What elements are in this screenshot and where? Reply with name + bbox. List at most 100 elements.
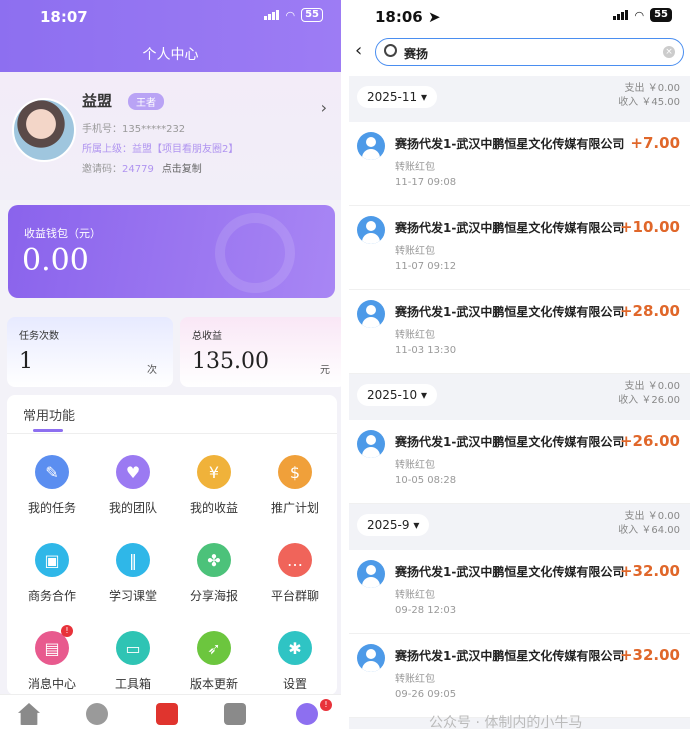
function-item[interactable]: ✎ 我的任务 bbox=[11, 455, 93, 516]
function-item[interactable]: ▤! 消息中心 bbox=[11, 625, 93, 692]
amount: +32.00 bbox=[619, 562, 680, 580]
transaction-date: 09-28 12:03 bbox=[395, 605, 457, 616]
month-selector[interactable]: 2025-10 ▾ bbox=[357, 384, 437, 406]
function-item[interactable]: ¥ 我的收益 bbox=[173, 455, 255, 516]
month-selector[interactable]: 2025-9 ▾ bbox=[357, 514, 430, 536]
parent-label: 所属上级： bbox=[82, 144, 132, 155]
total-income-unit: 元 bbox=[320, 365, 330, 376]
transaction-date: 11-07 09:12 bbox=[395, 261, 457, 272]
payer-avatar-icon bbox=[357, 644, 385, 672]
status-time: 18:07 bbox=[40, 8, 88, 26]
coin-bag-icon: ¥ bbox=[197, 455, 231, 489]
function-label: 我的任务 bbox=[27, 501, 76, 515]
function-item[interactable]: ➶ 版本更新 bbox=[173, 631, 255, 692]
transaction-row[interactable]: 赛扬代发1-武汉中鹏恒星文化传媒有限公司 +7.00 转账红包 11-17 09:08 bbox=[349, 122, 690, 206]
status-time-text: 18:06 bbox=[375, 8, 423, 26]
back-icon[interactable]: ‹ bbox=[355, 40, 362, 61]
profile-card[interactable]: 益盟 王者 手机号：135*****232 所属上级：益盟【项目看朋友圈2】 邀… bbox=[0, 72, 341, 200]
function-item[interactable]: ✤ 分享海报 bbox=[173, 543, 255, 604]
clear-icon[interactable]: × bbox=[663, 46, 675, 58]
functions-title: 常用功能 bbox=[23, 409, 76, 424]
month-header: 2025-10 ▾ 支出 ￥0.00 收入 ￥26.00 bbox=[349, 376, 690, 420]
payer-avatar-icon bbox=[357, 300, 385, 328]
payer-name: 赛扬代发1-武汉中鹏恒星文化传媒有限公司 bbox=[395, 649, 625, 663]
team-heart-icon: ♥ bbox=[116, 455, 150, 489]
month-header: 2025-9 ▾ 支出 ￥0.00 收入 ￥64.00 bbox=[349, 506, 690, 550]
transaction-date: 09-26 09:05 bbox=[395, 689, 457, 700]
transaction-type: 转账红包 bbox=[395, 674, 435, 685]
transaction-row[interactable]: 赛扬代发1-武汉中鹏恒星文化传媒有限公司 +10.00 转账红包 11-07 09:1… bbox=[349, 206, 690, 290]
payer-avatar-icon bbox=[357, 560, 385, 588]
status-icons: ◠ 55 bbox=[613, 8, 672, 22]
transaction-search-screen: 18:06 ➤ ◠ 55 ‹ 赛扬 × 2025-11 ▾ 支出 ￥0.00 收入 … bbox=[349, 0, 690, 729]
transaction-date: 11-17 09:08 bbox=[395, 177, 457, 188]
function-item[interactable]: ✱ 设置 bbox=[254, 631, 336, 692]
user-name: 益盟 bbox=[82, 92, 113, 110]
message-icon: ▤! bbox=[35, 625, 73, 665]
header: 18:07 ◠ 55 个人中心 bbox=[0, 0, 341, 72]
function-label: 推广计划 bbox=[270, 501, 319, 515]
battery-icon: 55 bbox=[650, 8, 672, 22]
divider bbox=[7, 433, 337, 434]
transaction-type: 转账红包 bbox=[395, 162, 435, 173]
total-income-label: 总收益 bbox=[192, 331, 222, 342]
month-header: 2025-11 ▾ 支出 ￥0.00 收入 ￥45.00 bbox=[349, 78, 690, 122]
copy-link[interactable]: 点击复制 bbox=[162, 164, 202, 175]
task-count-card[interactable]: 任务次数 1 次 bbox=[7, 317, 173, 387]
function-label: 版本更新 bbox=[189, 677, 238, 691]
function-item[interactable]: ‖ 学习课堂 bbox=[92, 543, 174, 604]
avatar[interactable] bbox=[12, 98, 76, 162]
notification-dot: ! bbox=[320, 699, 332, 711]
function-item[interactable]: … 平台群聊 bbox=[254, 543, 336, 604]
common-functions-panel: 常用功能 ✎ 我的任务 ♥ 我的团队 ¥ 我的收益 $ 推广计划 ▣ 商务合作 ‖ 学习课堂 ✤ 分享海报… bbox=[7, 395, 337, 695]
invite-code: 24779 bbox=[122, 164, 154, 175]
transaction-row[interactable]: 赛扬代发1-武汉中鹏恒星文化传媒有限公司 +26.00 转账红包 10-05 08:2… bbox=[349, 420, 690, 504]
amount: +10.00 bbox=[619, 218, 680, 236]
gear-icon: ✱ bbox=[278, 631, 312, 665]
home-tab-icon[interactable] bbox=[18, 703, 40, 725]
total-income-card[interactable]: 总收益 135.00 元 bbox=[180, 317, 341, 387]
rocket-icon: ➶ bbox=[197, 631, 231, 665]
month-income: 收入 ￥64.00 bbox=[618, 525, 680, 536]
month-selector[interactable]: 2025-11 ▾ bbox=[357, 86, 437, 108]
location-arrow-icon: ➤ bbox=[427, 8, 441, 26]
function-label: 平台群聊 bbox=[270, 589, 319, 603]
card-tab-icon[interactable] bbox=[224, 703, 246, 725]
function-label: 我的收益 bbox=[189, 501, 238, 515]
transaction-type: 转账红包 bbox=[395, 590, 435, 601]
task-count-label: 任务次数 bbox=[19, 331, 59, 342]
month-expense: 支出 ￥0.00 bbox=[624, 83, 680, 94]
wallet-value: 0.00 bbox=[22, 243, 89, 278]
transaction-type: 转账红包 bbox=[395, 330, 435, 341]
red-packet-tab-icon[interactable] bbox=[156, 703, 178, 725]
wifi-icon: ◠ bbox=[634, 8, 645, 22]
wallet-logo-icon bbox=[215, 213, 295, 293]
search-header: 18:06 ➤ ◠ 55 ‹ 赛扬 × bbox=[349, 0, 690, 76]
transaction-type: 转账红包 bbox=[395, 460, 435, 471]
function-item[interactable]: ♥ 我的团队 bbox=[92, 455, 174, 516]
toolbox-icon: ▭ bbox=[116, 631, 150, 665]
month-income: 收入 ￥45.00 bbox=[618, 97, 680, 108]
function-item[interactable]: $ 推广计划 bbox=[254, 455, 336, 516]
month-expense: 支出 ￥0.00 bbox=[624, 511, 680, 522]
function-label: 分享海报 bbox=[189, 589, 238, 603]
search-input[interactable]: 赛扬 × bbox=[375, 38, 684, 66]
transaction-row[interactable]: 赛扬代发1-武汉中鹏恒星文化传媒有限公司 +32.00 转账红包 09-28 12:0… bbox=[349, 550, 690, 634]
transaction-type: 转账红包 bbox=[395, 246, 435, 257]
task-count-value: 1 bbox=[19, 349, 33, 374]
month-label: 2025-11 bbox=[367, 90, 418, 104]
personal-center-screen: 18:07 ◠ 55 个人中心 益盟 王者 手机号：135*****232 所属… bbox=[0, 0, 341, 729]
invite-label: 邀请码： bbox=[82, 164, 122, 175]
page-title: 个人中心 bbox=[142, 47, 199, 63]
function-item[interactable]: ▭ 工具箱 bbox=[92, 631, 174, 692]
function-item[interactable]: ▣ 商务合作 bbox=[11, 543, 93, 604]
payer-name: 赛扬代发1-武汉中鹏恒星文化传媒有限公司 bbox=[395, 435, 625, 449]
wallet-label: 收益钱包（元） bbox=[24, 227, 101, 240]
chevron-right-icon[interactable]: › bbox=[321, 98, 327, 117]
badge-card-icon: ▣ bbox=[35, 543, 69, 577]
transaction-row[interactable]: 赛扬代发1-武汉中鹏恒星文化传媒有限公司 +32.00 转账红包 09-26 09:0… bbox=[349, 634, 690, 718]
crown-tab-icon[interactable] bbox=[86, 703, 108, 725]
profile-tab-icon[interactable] bbox=[296, 703, 318, 725]
transaction-row[interactable]: 赛扬代发1-武汉中鹏恒星文化传媒有限公司 +28.00 转账红包 11-03 13:3… bbox=[349, 290, 690, 374]
wallet-card[interactable]: 收益钱包（元） 0.00 bbox=[8, 205, 335, 298]
